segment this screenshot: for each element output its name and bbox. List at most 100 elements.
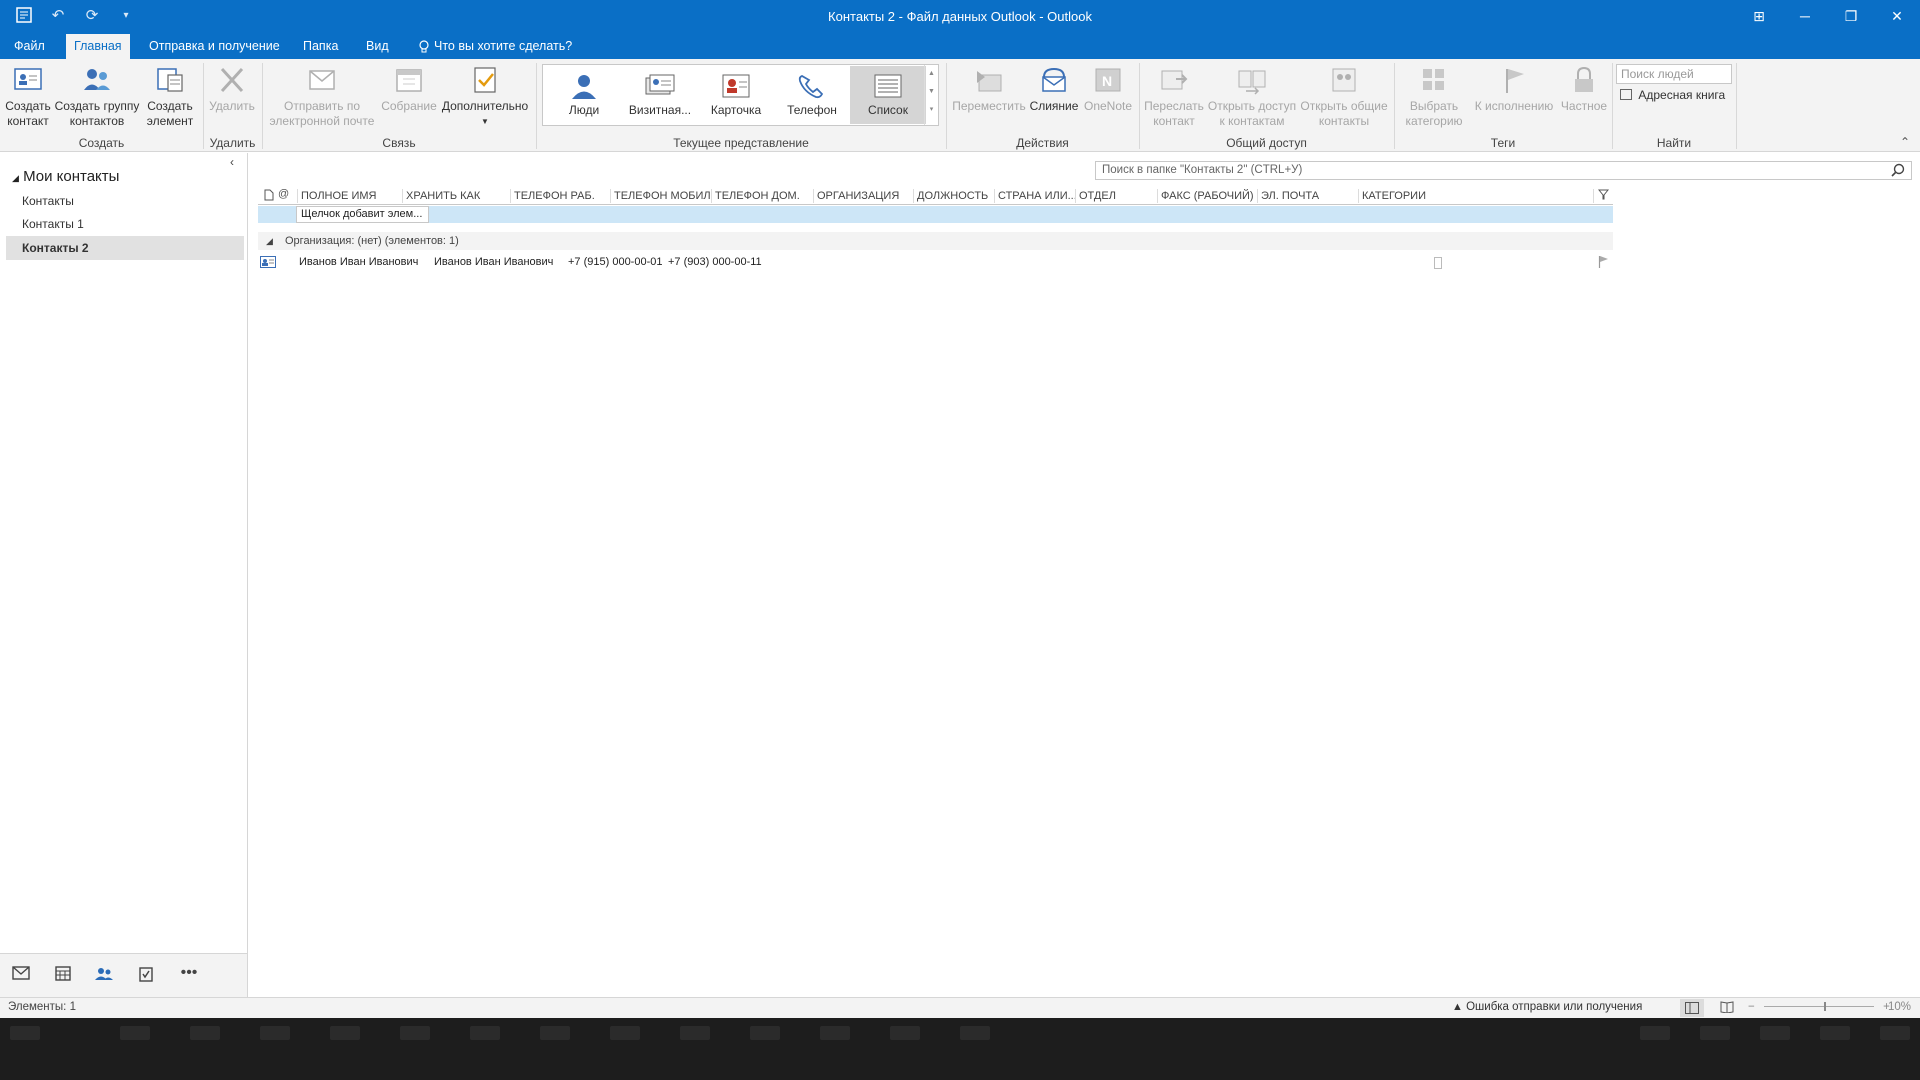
nav-item-contacts-2[interactable]: Контакты 2 xyxy=(6,236,244,260)
meeting-button[interactable]: Собрание xyxy=(378,65,440,114)
tab-send-receive[interactable]: Отправка и получение xyxy=(141,34,288,59)
private-button[interactable]: Частное xyxy=(1558,65,1610,114)
taskbar-app[interactable] xyxy=(260,1026,290,1040)
column-email[interactable]: ЭЛ. ПОЧТА xyxy=(1257,189,1358,203)
taskbar-app[interactable] xyxy=(330,1026,360,1040)
nav-item-contacts[interactable]: Контакты xyxy=(6,189,244,213)
notification-center[interactable] xyxy=(1880,1026,1910,1040)
scroll-up-icon[interactable]: ▲ xyxy=(925,65,938,83)
view-business-card[interactable]: Визитная... xyxy=(622,66,698,124)
zoom-thumb[interactable] xyxy=(1823,1002,1826,1012)
click-to-add-row[interactable]: Щелчок добавит элем... xyxy=(258,206,1613,223)
column-business-fax[interactable]: ФАКС (РАБОЧИЙ) xyxy=(1157,189,1257,203)
taskbar-app[interactable] xyxy=(960,1026,990,1040)
view-people[interactable]: Люди xyxy=(546,66,622,124)
clock[interactable] xyxy=(1820,1026,1850,1040)
tab-file[interactable]: Файл xyxy=(6,34,53,59)
tab-view[interactable]: Вид xyxy=(358,34,397,59)
my-contacts-header[interactable]: ◢ Мои контакты xyxy=(12,168,119,185)
follow-up-button[interactable]: К исполнению xyxy=(1470,65,1558,114)
send-email-button[interactable]: Отправить по электронной почте xyxy=(266,65,378,129)
tab-folder[interactable]: Папка xyxy=(295,34,346,59)
collapse-group-icon[interactable]: ◢ xyxy=(266,232,273,250)
view-list[interactable]: Список xyxy=(850,66,926,124)
onenote-button[interactable]: N OneNote xyxy=(1080,65,1136,114)
search-people-input[interactable]: Поиск людей xyxy=(1616,64,1732,84)
group-header-row[interactable]: ◢ Организация: (нет) (элементов: 1) xyxy=(258,232,1613,250)
taskbar-app[interactable] xyxy=(750,1026,780,1040)
attachment-column-header[interactable]: @ xyxy=(278,188,289,200)
follow-up-flag-icon[interactable] xyxy=(1598,255,1609,274)
zoom-out-icon[interactable]: − xyxy=(1748,1001,1755,1013)
start-button[interactable] xyxy=(10,1026,40,1040)
column-work-phone[interactable]: ТЕЛЕФОН РАБ. xyxy=(510,189,610,203)
collapse-ribbon-icon[interactable]: ⌃ xyxy=(1900,135,1910,149)
open-shared-contacts-button[interactable]: Открыть общие контакты xyxy=(1298,65,1390,129)
view-phone[interactable]: Телефон xyxy=(774,66,850,124)
ribbon-display-options-icon[interactable]: ⊞ xyxy=(1736,0,1782,34)
folder-search-input[interactable]: Поиск в папке "Контакты 2" (CTRL+У) xyxy=(1095,161,1912,180)
collapse-folder-pane-icon[interactable]: ‹ xyxy=(230,155,234,169)
system-tray[interactable] xyxy=(1700,1026,1730,1040)
tell-me-box[interactable]: Что вы хотите сделать? xyxy=(410,34,580,59)
warning-icon: ▲ xyxy=(1452,1001,1463,1013)
send-receive-error[interactable]: ▲ Ошибка отправки или получения xyxy=(1452,1001,1642,1013)
nav-item-contacts-1[interactable]: Контакты 1 xyxy=(6,212,244,236)
click-to-add-input[interactable]: Щелчок добавит элем... xyxy=(296,206,429,223)
zoom-percent[interactable]: 10% xyxy=(1888,1001,1911,1013)
taskbar-app[interactable] xyxy=(610,1026,640,1040)
zoom-slider[interactable]: − + xyxy=(1748,1001,1890,1013)
system-tray[interactable] xyxy=(1640,1026,1670,1040)
close-button[interactable]: ✕ xyxy=(1874,0,1920,34)
address-book-button[interactable]: Адресная книга xyxy=(1620,88,1725,102)
icon-column-header[interactable] xyxy=(264,189,274,204)
scroll-down-icon[interactable]: ▼ xyxy=(925,83,938,101)
view-card[interactable]: Карточка xyxy=(698,66,774,124)
taskbar-app[interactable] xyxy=(470,1026,500,1040)
calendar-nav-icon[interactable] xyxy=(51,966,75,986)
category-box-icon[interactable] xyxy=(1434,257,1442,269)
taskbar-app[interactable] xyxy=(400,1026,430,1040)
taskbar-app[interactable] xyxy=(190,1026,220,1040)
forward-contact-button[interactable]: Переслать контакт xyxy=(1142,65,1206,129)
taskbar-app[interactable] xyxy=(120,1026,150,1040)
column-country[interactable]: СТРАНА ИЛИ... xyxy=(994,189,1075,203)
more-apps-icon[interactable]: ••• xyxy=(177,965,201,986)
column-file-as[interactable]: ХРАНИТЬ КАК xyxy=(402,189,510,203)
column-department[interactable]: ОТДЕЛ xyxy=(1075,189,1157,203)
column-categories[interactable]: КАТЕГОРИИ xyxy=(1358,189,1518,203)
restore-button[interactable]: ❐ xyxy=(1828,0,1874,34)
mail-icon[interactable] xyxy=(9,966,33,986)
taskbar-app[interactable] xyxy=(540,1026,570,1040)
taskbar-app[interactable] xyxy=(820,1026,850,1040)
table-row[interactable]: Иванов Иван Иванович Иванов Иван Иванови… xyxy=(258,254,1613,271)
minimize-button[interactable]: ─ xyxy=(1782,0,1828,34)
gallery-expand-icon[interactable]: ▾ xyxy=(925,101,938,119)
more-button[interactable]: Дополнительно ▼ xyxy=(440,65,530,129)
search-icon[interactable] xyxy=(1891,163,1905,177)
categorize-button[interactable]: Выбрать категорию xyxy=(1398,65,1470,129)
column-company[interactable]: ОРГАНИЗАЦИЯ xyxy=(813,189,913,203)
taskbar-app[interactable] xyxy=(680,1026,710,1040)
column-job-title[interactable]: ДОЛЖНОСТЬ xyxy=(913,189,994,203)
mail-merge-button[interactable]: Слияние xyxy=(1028,65,1080,114)
system-tray[interactable] xyxy=(1760,1026,1790,1040)
column-mobile-phone[interactable]: ТЕЛЕФОН МОБИЛЬН... xyxy=(610,189,711,203)
flag-filter-icon[interactable] xyxy=(1593,189,1610,203)
tasks-nav-icon[interactable] xyxy=(134,966,158,986)
create-item-button[interactable]: Создать элемент xyxy=(144,65,196,129)
column-home-phone[interactable]: ТЕЛЕФОН ДОМ. xyxy=(711,189,813,203)
create-contact-button[interactable]: Создать контакт xyxy=(4,65,52,129)
column-full-name[interactable]: ПОЛНОЕ ИМЯ xyxy=(297,189,402,203)
share-contacts-button[interactable]: Открыть доступ к контактам xyxy=(1206,65,1298,129)
tab-home[interactable]: Главная xyxy=(66,34,130,59)
normal-view-icon[interactable] xyxy=(1680,999,1704,1017)
move-button[interactable]: Переместить xyxy=(950,65,1028,114)
taskbar-app[interactable] xyxy=(890,1026,920,1040)
gallery-scroll[interactable]: ▲ ▼ ▾ xyxy=(924,65,938,125)
delete-button[interactable]: Удалить xyxy=(207,65,257,114)
reading-view-icon[interactable] xyxy=(1720,1001,1734,1016)
people-nav-icon[interactable] xyxy=(92,966,116,986)
create-contact-group-button[interactable]: Создать группу контактов xyxy=(54,65,140,129)
zoom-track[interactable] xyxy=(1763,1002,1874,1012)
